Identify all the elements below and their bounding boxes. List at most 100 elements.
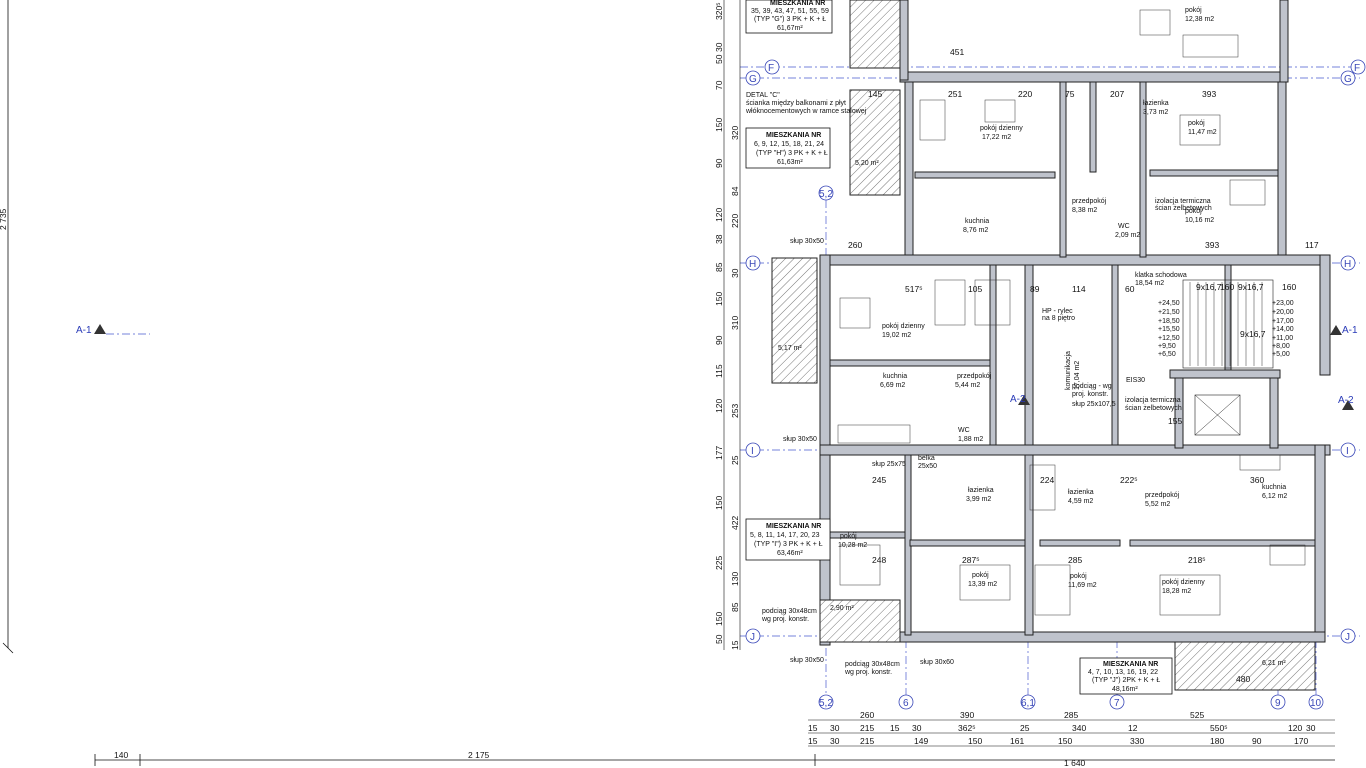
balcony-area-4: 6,21 m² bbox=[1262, 660, 1286, 667]
svg-text:30: 30 bbox=[714, 42, 724, 52]
room-area-10: 19,02 m2 bbox=[882, 332, 911, 339]
bottom-overall-dimension: 140 2 175 1 640 bbox=[94, 750, 1335, 768]
svg-text:podciąg 30x48cm: podciąg 30x48cm bbox=[845, 661, 900, 668]
svg-text:słup 30x50: słup 30x50 bbox=[790, 238, 824, 245]
svg-text:149: 149 bbox=[914, 736, 928, 746]
svg-text:61,63m²: 61,63m² bbox=[777, 159, 803, 166]
axis-row-bubbles-right: F G H I J bbox=[1340, 59, 1366, 644]
svg-text:362⁵: 362⁵ bbox=[958, 723, 976, 733]
svg-text:160: 160 bbox=[1282, 282, 1296, 292]
balcony-area-3: 2,90 m² bbox=[830, 605, 854, 612]
level-list-right: +23,00 +20,00 +17,00 +14,00 +11,00 +8,00… bbox=[1272, 300, 1294, 358]
svg-text:G: G bbox=[1344, 74, 1352, 85]
svg-text:4, 7, 10, 13, 16, 19, 22: 4, 7, 10, 13, 16, 19, 22 bbox=[1088, 669, 1158, 676]
svg-text:10: 10 bbox=[1310, 698, 1322, 709]
balcony-area-2: 5,17 m² bbox=[778, 345, 802, 352]
svg-text:145: 145 bbox=[868, 89, 882, 99]
svg-text:G: G bbox=[749, 74, 757, 85]
svg-text:słup 25x75: słup 25x75 bbox=[872, 461, 906, 468]
room-area-11: 6,69 m2 bbox=[880, 382, 905, 389]
svg-text:222⁵: 222⁵ bbox=[1120, 475, 1138, 485]
svg-text:48,16m²: 48,16m² bbox=[1112, 686, 1138, 693]
svg-text:6,1: 6,1 bbox=[1021, 698, 1035, 709]
svg-text:DETAL "C": DETAL "C" bbox=[746, 92, 780, 99]
svg-text:MIESZKANIA NR: MIESZKANIA NR bbox=[766, 132, 821, 139]
room-area-19: 10,28 m2 bbox=[838, 542, 867, 549]
svg-text:251: 251 bbox=[948, 89, 962, 99]
svg-text:38: 38 bbox=[714, 234, 724, 244]
svg-text:belka: belka bbox=[918, 455, 935, 462]
svg-text:F: F bbox=[1354, 63, 1360, 74]
bottom-dimension-chains: 260 390 285 525 15 30 215 15 30 362⁵ 25 … bbox=[808, 710, 1335, 747]
level-list-left: +24,50 +21,50 +18,50 +15,50 +12,50 +9,50… bbox=[1158, 300, 1180, 358]
svg-text:120: 120 bbox=[714, 208, 724, 222]
svg-text:MIESZKANIA NR: MIESZKANIA NR bbox=[1103, 661, 1158, 668]
svg-text:330: 330 bbox=[1130, 736, 1144, 746]
balcony-area-1: 5,20 m² bbox=[855, 160, 879, 167]
svg-text:MIESZKANIA NR: MIESZKANIA NR bbox=[766, 523, 821, 530]
room-area-15: 3,99 m2 bbox=[966, 496, 991, 503]
svg-text:150: 150 bbox=[714, 612, 724, 626]
svg-text:225: 225 bbox=[714, 556, 724, 570]
svg-text:A-2: A-2 bbox=[1338, 395, 1354, 406]
svg-text:F: F bbox=[768, 63, 774, 74]
svg-text:słup 25x107,5: słup 25x107,5 bbox=[1072, 401, 1116, 408]
room-name-3: łazienka bbox=[1143, 100, 1169, 107]
svg-text:30: 30 bbox=[830, 736, 840, 746]
room-area-6: 8,38 m2 bbox=[1072, 207, 1097, 214]
svg-text:422: 422 bbox=[730, 516, 740, 530]
svg-text:390: 390 bbox=[960, 710, 974, 720]
svg-text:63,46m²: 63,46m² bbox=[777, 550, 803, 557]
svg-text:7: 7 bbox=[1114, 698, 1120, 709]
svg-text:150: 150 bbox=[714, 292, 724, 306]
svg-text:320⁵: 320⁵ bbox=[714, 2, 724, 20]
svg-text:70: 70 bbox=[714, 80, 724, 90]
room-area-12: 5,44 m2 bbox=[955, 382, 980, 389]
svg-text:15: 15 bbox=[808, 736, 818, 746]
room-name-22: pokój dzienny bbox=[1162, 579, 1205, 586]
room-name-13: WC bbox=[958, 427, 970, 434]
room-name-14: komunikacja bbox=[1065, 351, 1072, 390]
svg-text:340: 340 bbox=[1072, 723, 1086, 733]
room-area-13: 1,88 m2 bbox=[958, 436, 983, 443]
svg-text:525: 525 bbox=[1190, 710, 1204, 720]
svg-text:550⁵: 550⁵ bbox=[1210, 723, 1228, 733]
svg-text:310: 310 bbox=[730, 316, 740, 330]
room-name-19: pokój bbox=[840, 533, 857, 540]
svg-text:słup 30x60: słup 30x60 bbox=[920, 659, 954, 666]
room-name-6: przedpokój bbox=[1072, 198, 1107, 205]
room-area-3: 3,73 m2 bbox=[1143, 109, 1168, 116]
svg-text:I: I bbox=[1346, 446, 1349, 457]
svg-text:35, 39, 43, 47, 51, 55, 59: 35, 39, 43, 47, 51, 55, 59 bbox=[751, 8, 829, 15]
left-total-dimension: 2 735 bbox=[0, 208, 8, 230]
svg-text:+12,50: +12,50 bbox=[1158, 335, 1180, 342]
svg-text:HP - rylec: HP - rylec bbox=[1042, 308, 1073, 315]
svg-text:+5,00: +5,00 bbox=[1272, 351, 1290, 358]
left-overall-dimension: 2 735 bbox=[0, 0, 14, 654]
svg-text:12: 12 bbox=[1128, 723, 1138, 733]
apartment-label-j: MIESZKANIA NR 4, 7, 10, 13, 16, 19, 22 (… bbox=[1079, 657, 1173, 695]
svg-text:61,67m²: 61,67m² bbox=[777, 25, 803, 32]
svg-text:50: 50 bbox=[714, 634, 724, 644]
room-name-1: pokój dzienny bbox=[980, 125, 1023, 132]
svg-text:480: 480 bbox=[1236, 674, 1250, 684]
svg-text:50: 50 bbox=[714, 54, 724, 64]
svg-text:215: 215 bbox=[860, 723, 874, 733]
svg-text:(TYP "J") 2PK + K + Ł: (TYP "J") 2PK + K + Ł bbox=[1092, 677, 1160, 684]
room-name-21: pokój bbox=[1070, 573, 1087, 580]
svg-text:117: 117 bbox=[1305, 240, 1319, 250]
svg-text:ścian żelbetowych: ścian żelbetowych bbox=[1155, 205, 1212, 212]
room-name-9: klatka schodowa bbox=[1135, 272, 1187, 279]
svg-text:89: 89 bbox=[1030, 284, 1040, 294]
svg-text:115: 115 bbox=[714, 364, 724, 378]
apartment-label-h: MIESZKANIA NR 6, 9, 12, 15, 18, 21, 24 (… bbox=[745, 127, 831, 169]
stairs-dim-2: 9x16,7 bbox=[1238, 282, 1264, 292]
svg-text:90: 90 bbox=[714, 335, 724, 345]
svg-text:25: 25 bbox=[730, 455, 740, 465]
svg-text:wg proj. konstr.: wg proj. konstr. bbox=[761, 616, 809, 623]
svg-text:MIESZKANIA NR: MIESZKANIA NR bbox=[770, 0, 825, 7]
svg-text:180: 180 bbox=[1210, 736, 1224, 746]
svg-text:150: 150 bbox=[1058, 736, 1072, 746]
room-name-4: pokój bbox=[1188, 120, 1205, 127]
svg-text:9: 9 bbox=[1275, 698, 1281, 709]
